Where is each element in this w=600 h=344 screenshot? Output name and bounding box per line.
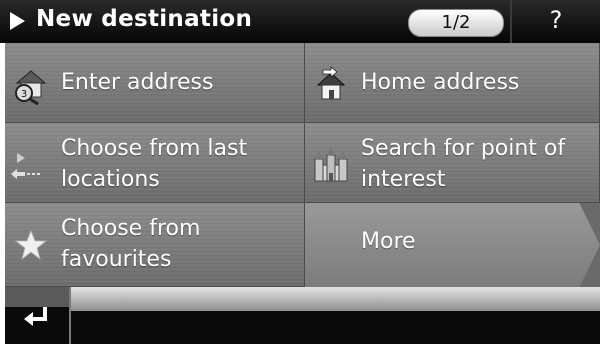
recent-arrows-icon bbox=[11, 153, 40, 179]
back-button[interactable] bbox=[5, 287, 69, 344]
castle-icon bbox=[314, 147, 348, 182]
point-of-interest-button[interactable]: Search for point of interest bbox=[305, 123, 600, 203]
more-label: More bbox=[361, 229, 416, 254]
favourites-button[interactable]: Choose from favourites bbox=[5, 203, 305, 287]
svg-text:3: 3 bbox=[21, 89, 27, 100]
house-magnifier-icon: 3 bbox=[15, 70, 47, 105]
footer-highlight bbox=[71, 287, 600, 311]
play-arrow-icon bbox=[10, 12, 25, 30]
home-address-button[interactable]: Home address bbox=[305, 43, 600, 123]
header-bar: New destination 1/2 ? bbox=[0, 0, 600, 43]
navigation-screen: New destination 1/2 ? 3 Enter address Ho… bbox=[0, 0, 600, 344]
page-indicator[interactable]: 1/2 bbox=[408, 9, 504, 37]
home-address-label: Home address bbox=[361, 70, 520, 95]
star-icon bbox=[14, 229, 48, 261]
enter-address-label: Enter address bbox=[61, 70, 214, 95]
page-title: New destination bbox=[36, 6, 253, 32]
menu-grid: 3 Enter address Home address Choose from… bbox=[5, 43, 600, 287]
last-locations-button[interactable]: Choose from last locations bbox=[5, 123, 305, 203]
enter-address-button[interactable]: 3 Enter address bbox=[5, 43, 305, 123]
last-locations-label: Choose from last locations bbox=[61, 136, 248, 192]
more-button[interactable]: More bbox=[305, 203, 600, 287]
point-of-interest-label: Search for point of interest bbox=[361, 136, 566, 192]
home-icon bbox=[316, 66, 346, 100]
return-arrow-icon bbox=[24, 307, 47, 326]
favourites-label: Choose from favourites bbox=[61, 216, 201, 272]
footer-bar bbox=[5, 287, 600, 344]
help-button[interactable]: ? bbox=[512, 0, 600, 43]
